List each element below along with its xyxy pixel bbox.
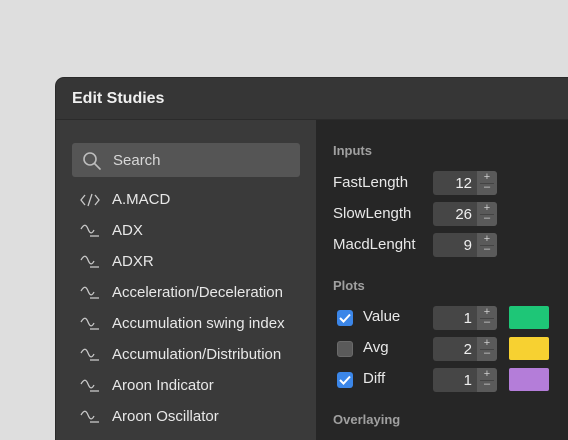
stepper[interactable]: + – [477,306,497,330]
number-field[interactable]: 9 + – [433,233,497,257]
study-item[interactable]: Aroon Indicator [56,371,316,402]
study-label: Acceleration/Deceleration [112,284,283,301]
number-field[interactable]: 1 + – [433,368,497,392]
checkmark-icon [339,313,351,323]
study-item[interactable]: Aroon Oscillator [56,402,316,433]
input-label: MacdLenght [333,236,416,253]
stepper[interactable]: + – [477,202,497,226]
number-field[interactable]: 12 + – [433,171,497,195]
window-title: Edit Studies [72,90,165,107]
plot-checkbox[interactable] [337,310,353,326]
input-label: SlowLength [333,205,412,222]
stepper-down-icon[interactable]: – [477,317,497,328]
color-swatch[interactable] [509,337,549,360]
checkmark-icon [339,375,351,385]
titlebar: Edit Studies [56,78,568,120]
stepper[interactable]: + – [477,368,497,392]
plot-checkbox[interactable] [337,341,353,357]
wave-icon [80,317,99,330]
wave-icon [80,379,99,392]
wave-icon [80,286,99,299]
search-icon [83,152,101,170]
number-value: 12 [455,175,472,192]
stepper-down-icon[interactable]: – [477,379,497,390]
study-item[interactable]: A.MACD [56,185,316,216]
number-value: 2 [463,341,472,358]
inputs-section-label: Inputs [333,143,372,158]
study-label: Aroon Oscillator [112,408,219,425]
number-field[interactable]: 26 + – [433,202,497,226]
study-label: Aroon Indicator [112,377,214,394]
study-item[interactable]: Accumulation/Distribution [56,340,316,371]
plot-checkbox[interactable] [337,372,353,388]
stepper[interactable]: + – [477,171,497,195]
number-value: 1 [463,310,472,327]
overlaying-section-label: Overlaying [333,412,401,427]
wave-icon [80,410,99,423]
wave-icon [80,348,99,361]
study-label: Accumulation/Distribution [112,346,282,363]
wave-icon [80,224,99,237]
stepper[interactable]: + – [477,233,497,257]
plots-section-label: Plots [333,278,365,293]
study-label: ADXR [112,253,154,270]
stepper-down-icon[interactable]: – [477,213,497,224]
number-value: 26 [455,206,472,223]
stepper[interactable]: + – [477,337,497,361]
number-value: 9 [463,237,472,254]
study-label: Accumulation swing index [112,315,285,332]
study-label: A.MACD [112,191,171,208]
study-settings-panel: Inputs FastLength 12 + – SlowLength 26 +… [316,120,568,440]
color-swatch[interactable] [509,306,549,329]
search-placeholder: Search [113,152,161,169]
study-label: ADX [112,222,143,239]
input-label: FastLength [333,174,409,191]
plot-label: Avg [363,339,389,356]
study-item[interactable]: Accumulation swing index [56,309,316,340]
edit-studies-window: Edit Studies Search A.MACD ADX ADXR Acce… [56,78,568,440]
studies-panel: Search A.MACD ADX ADXR Acceleration/Dece… [56,120,316,440]
search-input[interactable]: Search [72,143,300,177]
study-item[interactable]: ADXR [56,247,316,278]
wave-icon [80,255,99,268]
plot-label: Diff [363,370,386,387]
number-value: 1 [463,372,472,389]
stepper-down-icon[interactable]: – [477,182,497,193]
stepper-down-icon[interactable]: – [477,348,497,359]
study-item[interactable]: ADX [56,216,316,247]
stepper-down-icon[interactable]: – [477,244,497,255]
code-icon [80,193,100,207]
color-swatch[interactable] [509,368,549,391]
number-field[interactable]: 1 + – [433,306,497,330]
plot-label: Value [363,308,401,325]
study-item[interactable]: Acceleration/Deceleration [56,278,316,309]
number-field[interactable]: 2 + – [433,337,497,361]
